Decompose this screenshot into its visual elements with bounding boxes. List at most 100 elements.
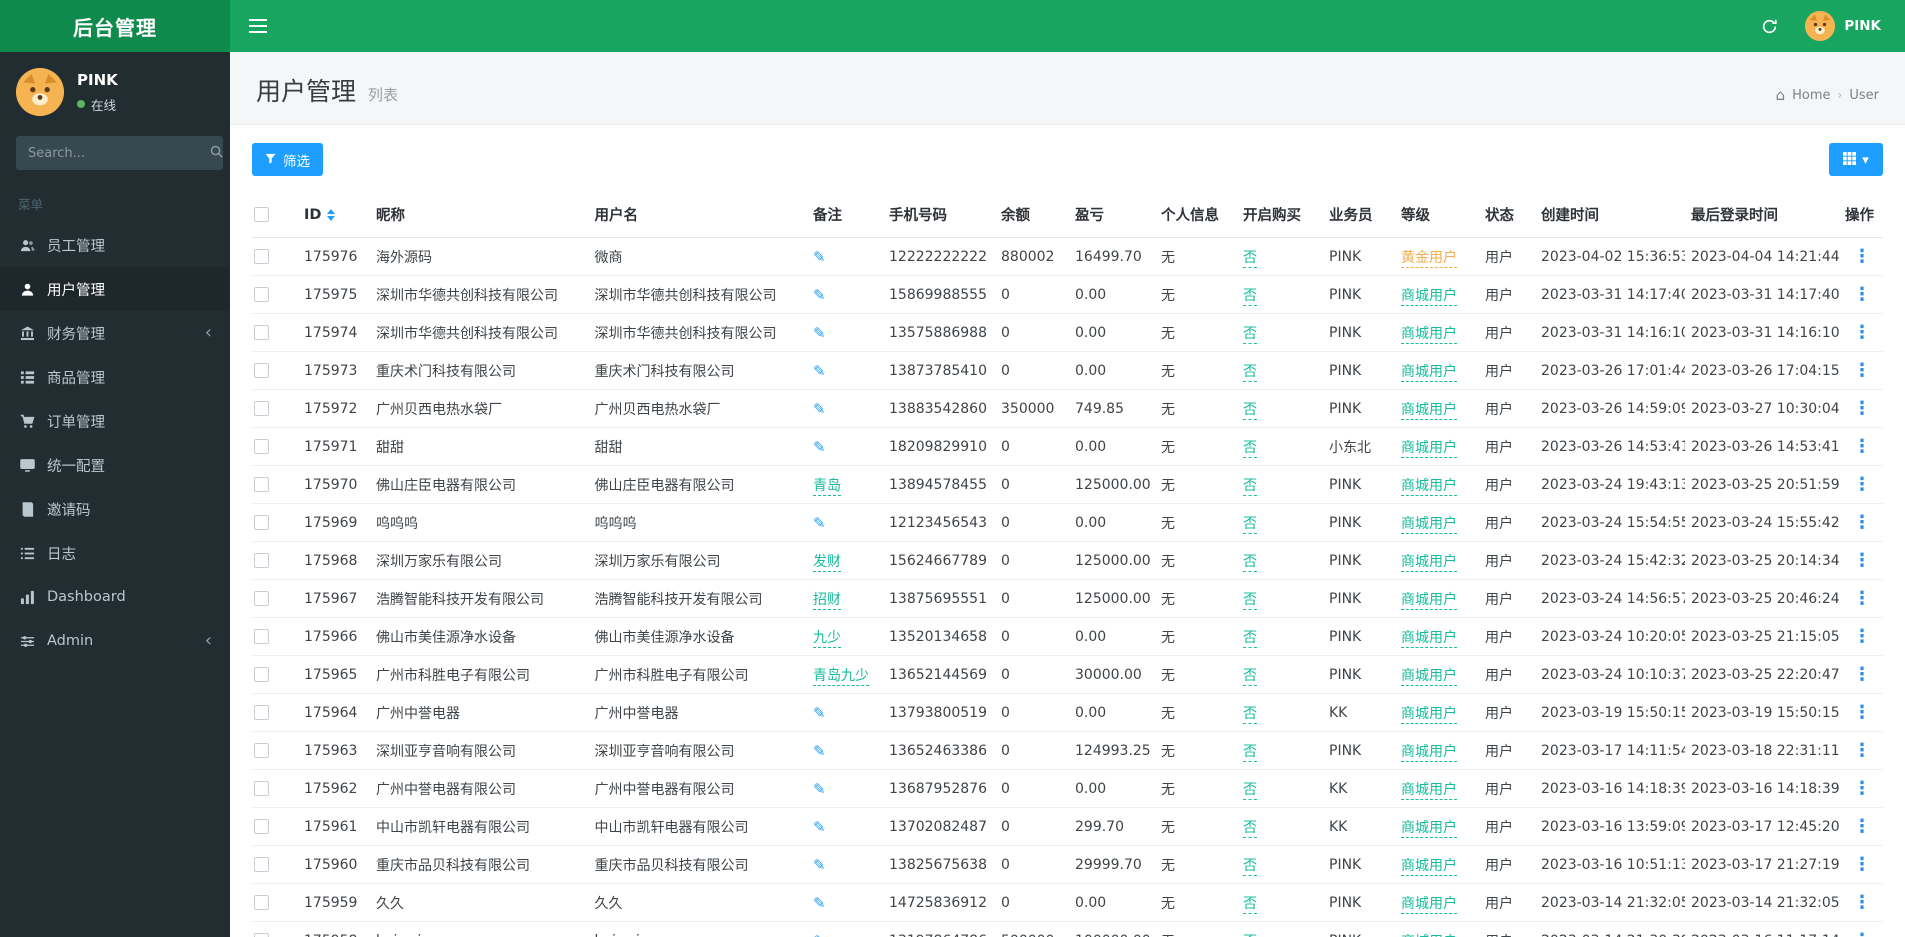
level-link[interactable]: 商城用户 (1401, 934, 1457, 937)
level-link[interactable]: 商城用户 (1401, 706, 1457, 724)
row-actions-button[interactable]: ⋮ (1845, 854, 1879, 875)
purchase-toggle-link[interactable]: 否 (1243, 896, 1257, 914)
purchase-toggle-link[interactable]: 否 (1243, 820, 1257, 838)
row-checkbox[interactable] (254, 933, 269, 937)
hamburger-menu-icon[interactable] (230, 0, 286, 52)
level-link[interactable]: 商城用户 (1401, 288, 1457, 306)
level-link[interactable]: 黄金用户 (1401, 250, 1457, 268)
purchase-toggle-link[interactable]: 否 (1243, 782, 1257, 800)
remark-link[interactable]: 九少 (813, 630, 841, 648)
row-actions-button[interactable]: ⋮ (1845, 398, 1879, 419)
edit-remark-icon[interactable]: ✎ (813, 400, 826, 418)
purchase-toggle-link[interactable]: 否 (1243, 402, 1257, 420)
row-actions-button[interactable]: ⋮ (1845, 702, 1879, 723)
column-header-3[interactable]: 备注 (807, 192, 883, 238)
purchase-toggle-link[interactable]: 否 (1243, 668, 1257, 686)
purchase-toggle-link[interactable]: 否 (1243, 288, 1257, 306)
purchase-toggle-link[interactable]: 否 (1243, 630, 1257, 648)
row-actions-button[interactable]: ⋮ (1845, 664, 1879, 685)
filter-button[interactable]: 筛选 (252, 143, 323, 176)
level-link[interactable]: 商城用户 (1401, 440, 1457, 458)
edit-remark-icon[interactable]: ✎ (813, 780, 826, 798)
purchase-toggle-link[interactable]: 否 (1243, 440, 1257, 458)
row-checkbox[interactable] (254, 591, 269, 606)
row-checkbox[interactable] (254, 477, 269, 492)
sidebar-item-orders[interactable]: 订单管理 (0, 399, 230, 443)
level-link[interactable]: 商城用户 (1401, 592, 1457, 610)
purchase-toggle-link[interactable]: 否 (1243, 706, 1257, 724)
row-actions-button[interactable]: ⋮ (1845, 892, 1879, 913)
level-link[interactable]: 商城用户 (1401, 744, 1457, 762)
level-link[interactable]: 商城用户 (1401, 896, 1457, 914)
row-checkbox[interactable] (254, 553, 269, 568)
row-checkbox[interactable] (254, 401, 269, 416)
column-header-14[interactable]: 操作 (1839, 192, 1883, 238)
level-link[interactable]: 商城用户 (1401, 668, 1457, 686)
sidebar-item-finance[interactable]: 财务管理‹ (0, 311, 230, 355)
row-checkbox[interactable] (254, 705, 269, 720)
column-header-10[interactable]: 等级 (1395, 192, 1479, 238)
row-checkbox[interactable] (254, 667, 269, 682)
level-link[interactable]: 商城用户 (1401, 516, 1457, 534)
sidebar-item-staff[interactable]: 员工管理 (0, 223, 230, 267)
sort-icon[interactable] (327, 209, 335, 221)
purchase-toggle-link[interactable]: 否 (1243, 364, 1257, 382)
column-header-13[interactable]: 最后登录时间 (1685, 192, 1839, 238)
row-actions-button[interactable]: ⋮ (1845, 588, 1879, 609)
level-link[interactable]: 商城用户 (1401, 326, 1457, 344)
select-all-checkbox[interactable] (254, 207, 269, 222)
row-checkbox[interactable] (254, 895, 269, 910)
level-link[interactable]: 商城用户 (1401, 782, 1457, 800)
row-actions-button[interactable]: ⋮ (1845, 740, 1879, 761)
row-checkbox[interactable] (254, 629, 269, 644)
row-actions-button[interactable]: ⋮ (1845, 360, 1879, 381)
row-actions-button[interactable]: ⋮ (1845, 322, 1879, 343)
topbar-user-menu[interactable]: PINK (1805, 11, 1881, 41)
column-header-9[interactable]: 业务员 (1323, 192, 1395, 238)
edit-remark-icon[interactable]: ✎ (813, 514, 826, 532)
row-checkbox[interactable] (254, 857, 269, 872)
remark-link[interactable]: 招财 (813, 592, 841, 610)
edit-remark-icon[interactable]: ✎ (813, 742, 826, 760)
row-actions-button[interactable]: ⋮ (1845, 550, 1879, 571)
edit-remark-icon[interactable]: ✎ (813, 438, 826, 456)
sidebar-item-invite[interactable]: 邀请码 (0, 487, 230, 531)
row-checkbox[interactable] (254, 819, 269, 834)
sidebar-item-log[interactable]: 日志 (0, 531, 230, 575)
search-input[interactable] (16, 136, 210, 170)
column-header-12[interactable]: 创建时间 (1535, 192, 1685, 238)
row-actions-button[interactable]: ⋮ (1845, 626, 1879, 647)
column-header-2[interactable]: 用户名 (589, 192, 808, 238)
sidebar-item-goods[interactable]: 商品管理 (0, 355, 230, 399)
column-header-6[interactable]: 盈亏 (1069, 192, 1155, 238)
purchase-toggle-link[interactable]: 否 (1243, 250, 1257, 268)
edit-remark-icon[interactable]: ✎ (813, 932, 826, 937)
row-actions-button[interactable]: ⋮ (1845, 512, 1879, 533)
breadcrumb-home[interactable]: Home (1792, 88, 1830, 103)
level-link[interactable]: 商城用户 (1401, 554, 1457, 572)
search-button[interactable] (210, 136, 223, 170)
column-header-4[interactable]: 手机号码 (883, 192, 995, 238)
purchase-toggle-link[interactable]: 否 (1243, 592, 1257, 610)
purchase-toggle-link[interactable]: 否 (1243, 478, 1257, 496)
edit-remark-icon[interactable]: ✎ (813, 324, 826, 342)
column-header-7[interactable]: 个人信息 (1155, 192, 1237, 238)
purchase-toggle-link[interactable]: 否 (1243, 554, 1257, 572)
sidebar-item-config[interactable]: 统一配置 (0, 443, 230, 487)
level-link[interactable]: 商城用户 (1401, 364, 1457, 382)
edit-remark-icon[interactable]: ✎ (813, 248, 826, 266)
row-checkbox[interactable] (254, 363, 269, 378)
row-actions-button[interactable]: ⋮ (1845, 816, 1879, 837)
level-link[interactable]: 商城用户 (1401, 630, 1457, 648)
column-header-11[interactable]: 状态 (1479, 192, 1535, 238)
level-link[interactable]: 商城用户 (1401, 478, 1457, 496)
edit-remark-icon[interactable]: ✎ (813, 362, 826, 380)
purchase-toggle-link[interactable]: 否 (1243, 934, 1257, 937)
remark-link[interactable]: 发财 (813, 554, 841, 572)
purchase-toggle-link[interactable]: 否 (1243, 744, 1257, 762)
column-header-0[interactable]: ID (298, 192, 370, 238)
purchase-toggle-link[interactable]: 否 (1243, 858, 1257, 876)
row-actions-button[interactable]: ⋮ (1845, 284, 1879, 305)
level-link[interactable]: 商城用户 (1401, 820, 1457, 838)
purchase-toggle-link[interactable]: 否 (1243, 516, 1257, 534)
